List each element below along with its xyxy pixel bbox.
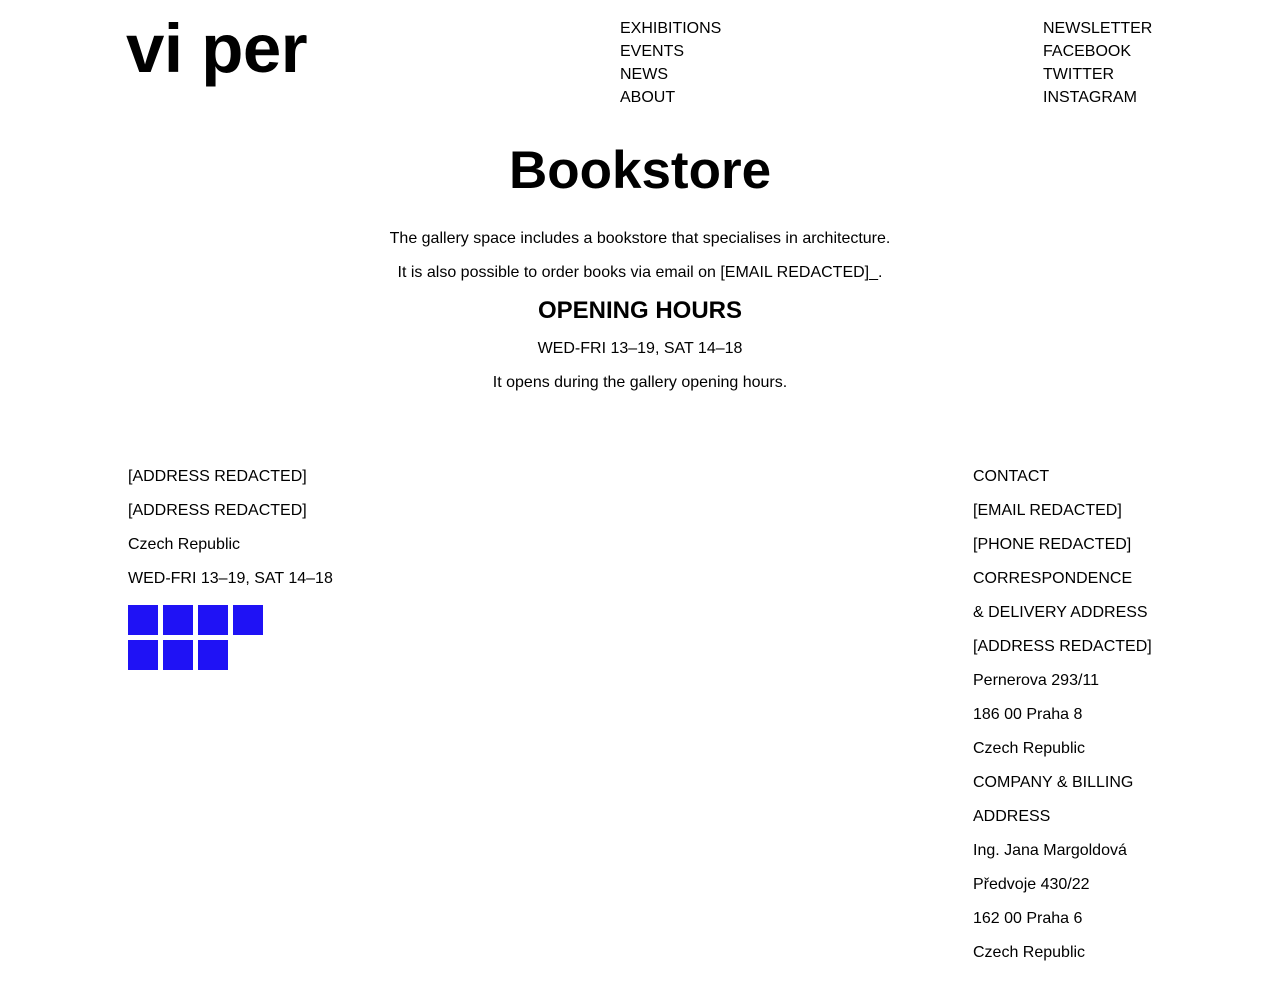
contact-email[interactable]: [EMAIL REDACTED]	[973, 494, 1152, 528]
footer-address: [ADDRESS REDACTED] [ADDRESS REDACTED] Cz…	[128, 460, 333, 675]
nav-item-about[interactable]: ABOUT	[620, 86, 721, 109]
correspondence-heading-cont: & DELIVERY ADDRESS	[973, 604, 1148, 621]
blue-square-icon[interactable]	[198, 640, 228, 670]
nav-item-events[interactable]: EVENTS	[620, 40, 721, 63]
billing-heading-cont: ADDRESS	[973, 808, 1051, 825]
blue-square-icon[interactable]	[163, 605, 193, 635]
nav-item-instagram[interactable]: INSTAGRAM	[1043, 86, 1152, 109]
nav-item-exhibitions[interactable]: EXHIBITIONS	[620, 17, 721, 40]
social-squares	[128, 605, 268, 675]
billing-line: Czech Republic	[973, 944, 1086, 961]
nav-item-newsletter[interactable]: NEWSLETTER	[1043, 17, 1152, 40]
correspondence-heading: CORRESPONDENCE	[973, 570, 1133, 587]
nav-item-facebook[interactable]: FACEBOOK	[1043, 40, 1152, 63]
address-line: [ADDRESS REDACTED]	[128, 468, 307, 485]
nav-item-twitter[interactable]: TWITTER	[1043, 63, 1152, 86]
contact-heading: CONTACT	[973, 468, 1050, 485]
blue-square-icon[interactable]	[198, 605, 228, 635]
bookstore-section: Bookstore The gallery space includes a b…	[0, 138, 1280, 400]
correspondence-line: [ADDRESS REDACTED]	[973, 638, 1152, 655]
billing-line: Předvoje 430/22	[973, 876, 1090, 893]
blue-square-icon[interactable]	[163, 640, 193, 670]
order-text: It is also possible to order books via e…	[397, 264, 883, 281]
blue-square-icon[interactable]	[128, 640, 158, 670]
billing-line: 162 00 Praha 6	[973, 910, 1083, 927]
opening-hours: WED-FRI 13–19, SAT 14–18	[537, 340, 743, 357]
main-nav: EXHIBITIONS EVENTS NEWS ABOUT	[620, 17, 721, 109]
blue-square-icon[interactable]	[233, 605, 263, 635]
social-nav: NEWSLETTER FACEBOOK TWITTER INSTAGRAM	[1043, 17, 1152, 109]
intro-text: The gallery space includes a bookstore t…	[389, 230, 891, 247]
site-logo[interactable]: vi per	[126, 14, 308, 83]
opening-hours-heading: OPENING HOURS	[537, 297, 743, 324]
address-country: Czech Republic	[128, 536, 241, 553]
blue-square-icon[interactable]	[128, 605, 158, 635]
correspondence-line: Czech Republic	[973, 740, 1086, 757]
opening-hours-note: It opens during the gallery opening hour…	[492, 374, 788, 391]
address-line: [ADDRESS REDACTED]	[128, 502, 307, 519]
correspondence-line: 186 00 Praha 8	[973, 706, 1083, 723]
page-title: Bookstore	[508, 141, 772, 200]
nav-item-news[interactable]: NEWS	[620, 63, 721, 86]
billing-line: Ing. Jana Margoldová	[973, 842, 1127, 859]
contact-phone[interactable]: [PHONE REDACTED]	[973, 528, 1152, 562]
correspondence-line: Pernerova 293/11	[973, 672, 1100, 689]
billing-heading: COMPANY & BILLING	[973, 774, 1134, 791]
footer-hours: WED-FRI 13–19, SAT 14–18	[128, 570, 333, 587]
footer-contact: CONTACT [EMAIL REDACTED] [PHONE REDACTED…	[973, 460, 1152, 970]
